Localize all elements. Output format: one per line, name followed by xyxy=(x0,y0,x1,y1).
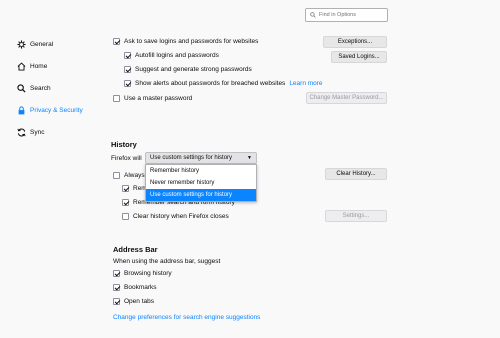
sidebar-item-search[interactable]: Search xyxy=(17,77,83,99)
clear-on-close-label: Clear history when Firefox closes xyxy=(133,213,229,220)
gear-icon xyxy=(17,39,26,49)
remember-browsing-row[interactable]: Rem xyxy=(122,185,147,192)
breach-alerts-label: Show alerts about passwords for breached… xyxy=(135,80,286,87)
history-settings-button[interactable]: Settings... xyxy=(325,210,387,222)
lock-icon xyxy=(18,105,25,114)
search-placeholder: Find in Options xyxy=(319,12,356,18)
sidebar-item-general[interactable]: General xyxy=(17,33,83,55)
clear-on-close-checkbox[interactable] xyxy=(122,213,129,220)
suggest-passwords-label: Suggest and generate strong passwords xyxy=(135,66,252,73)
browsing-history-row[interactable]: Browsing history xyxy=(113,270,172,277)
breach-alerts-checkbox[interactable] xyxy=(124,80,131,87)
remember-browsing-checkbox[interactable] xyxy=(122,185,129,192)
remember-search-checkbox[interactable] xyxy=(122,199,129,206)
autofill-row[interactable]: Autofill logins and passwords xyxy=(124,52,219,59)
autofill-checkbox[interactable] xyxy=(124,52,131,59)
always-private-label: Always xyxy=(124,172,145,179)
change-master-password-button[interactable]: Change Master Password... xyxy=(306,92,387,104)
search-icon xyxy=(17,83,26,93)
master-password-label: Use a master password xyxy=(124,95,193,102)
history-mode-select[interactable]: Use custom settings for history ▼ xyxy=(145,152,257,164)
sidebar-item-label: Sync xyxy=(30,128,45,136)
ask-save-logins-row[interactable]: Ask to save logins and passwords for web… xyxy=(113,38,258,45)
dropdown-option[interactable]: Never remember history xyxy=(146,177,256,189)
always-private-row[interactable]: Always xyxy=(113,172,145,179)
clear-history-button[interactable]: Clear History... xyxy=(325,168,387,180)
sidebar-item-privacy-security[interactable]: Privacy & Security xyxy=(17,99,83,121)
sync-icon xyxy=(17,128,26,136)
autofill-label: Autofill logins and passwords xyxy=(135,52,219,59)
suggest-passwords-row[interactable]: Suggest and generate strong passwords xyxy=(124,66,252,73)
sidebar-item-sync[interactable]: Sync xyxy=(17,121,83,143)
sidebar-item-label: Search xyxy=(30,84,51,92)
sidebar-item-label: Home xyxy=(30,62,48,70)
sidebar: General Home Search Privacy & Security S… xyxy=(17,33,83,143)
open-tabs-checkbox[interactable] xyxy=(113,298,120,305)
master-password-checkbox[interactable] xyxy=(113,95,120,102)
always-private-checkbox[interactable] xyxy=(113,172,120,179)
bookmarks-label: Bookmarks xyxy=(124,284,157,291)
suggest-passwords-checkbox[interactable] xyxy=(124,66,131,73)
browsing-history-label: Browsing history xyxy=(124,270,172,277)
browsing-history-checkbox[interactable] xyxy=(113,270,120,277)
history-heading: History xyxy=(111,140,137,149)
chevron-down-icon: ▼ xyxy=(247,155,252,161)
dropdown-option[interactable]: Remember history xyxy=(146,165,256,177)
master-password-row[interactable]: Use a master password xyxy=(113,95,192,102)
sidebar-item-home[interactable]: Home xyxy=(17,55,83,77)
address-bar-heading: Address Bar xyxy=(113,245,158,254)
sidebar-item-label: Privacy & Security xyxy=(30,106,83,114)
bookmarks-row[interactable]: Bookmarks xyxy=(113,284,157,291)
clear-on-close-row[interactable]: Clear history when Firefox closes xyxy=(122,213,229,220)
history-mode-value: Use custom settings for history xyxy=(150,155,233,161)
sidebar-item-label: General xyxy=(30,40,54,48)
search-input[interactable]: Find in Options xyxy=(305,8,388,22)
search-icon xyxy=(310,12,316,18)
breach-alerts-row[interactable]: Show alerts about passwords for breached… xyxy=(124,80,323,87)
exceptions-button[interactable]: Exceptions... xyxy=(323,36,387,48)
open-tabs-row[interactable]: Open tabs xyxy=(113,298,154,305)
history-mode-dropdown: Remember history Never remember history … xyxy=(145,164,257,202)
ask-save-logins-label: Ask to save logins and passwords for web… xyxy=(124,38,259,45)
ask-save-logins-checkbox[interactable] xyxy=(113,38,120,45)
search-suggestions-link[interactable]: Change preferences for search engine sug… xyxy=(113,314,260,321)
bookmarks-checkbox[interactable] xyxy=(113,284,120,291)
firefox-will-label: Firefox will xyxy=(111,155,142,162)
dropdown-option[interactable]: Use custom settings for history xyxy=(146,189,256,201)
home-icon xyxy=(17,61,26,71)
learn-more-link[interactable]: Learn more xyxy=(289,80,322,87)
address-bar-subtitle: When using the address bar, suggest xyxy=(113,258,221,265)
saved-logins-button[interactable]: Saved Logins... xyxy=(331,51,387,63)
open-tabs-label: Open tabs xyxy=(124,298,154,305)
